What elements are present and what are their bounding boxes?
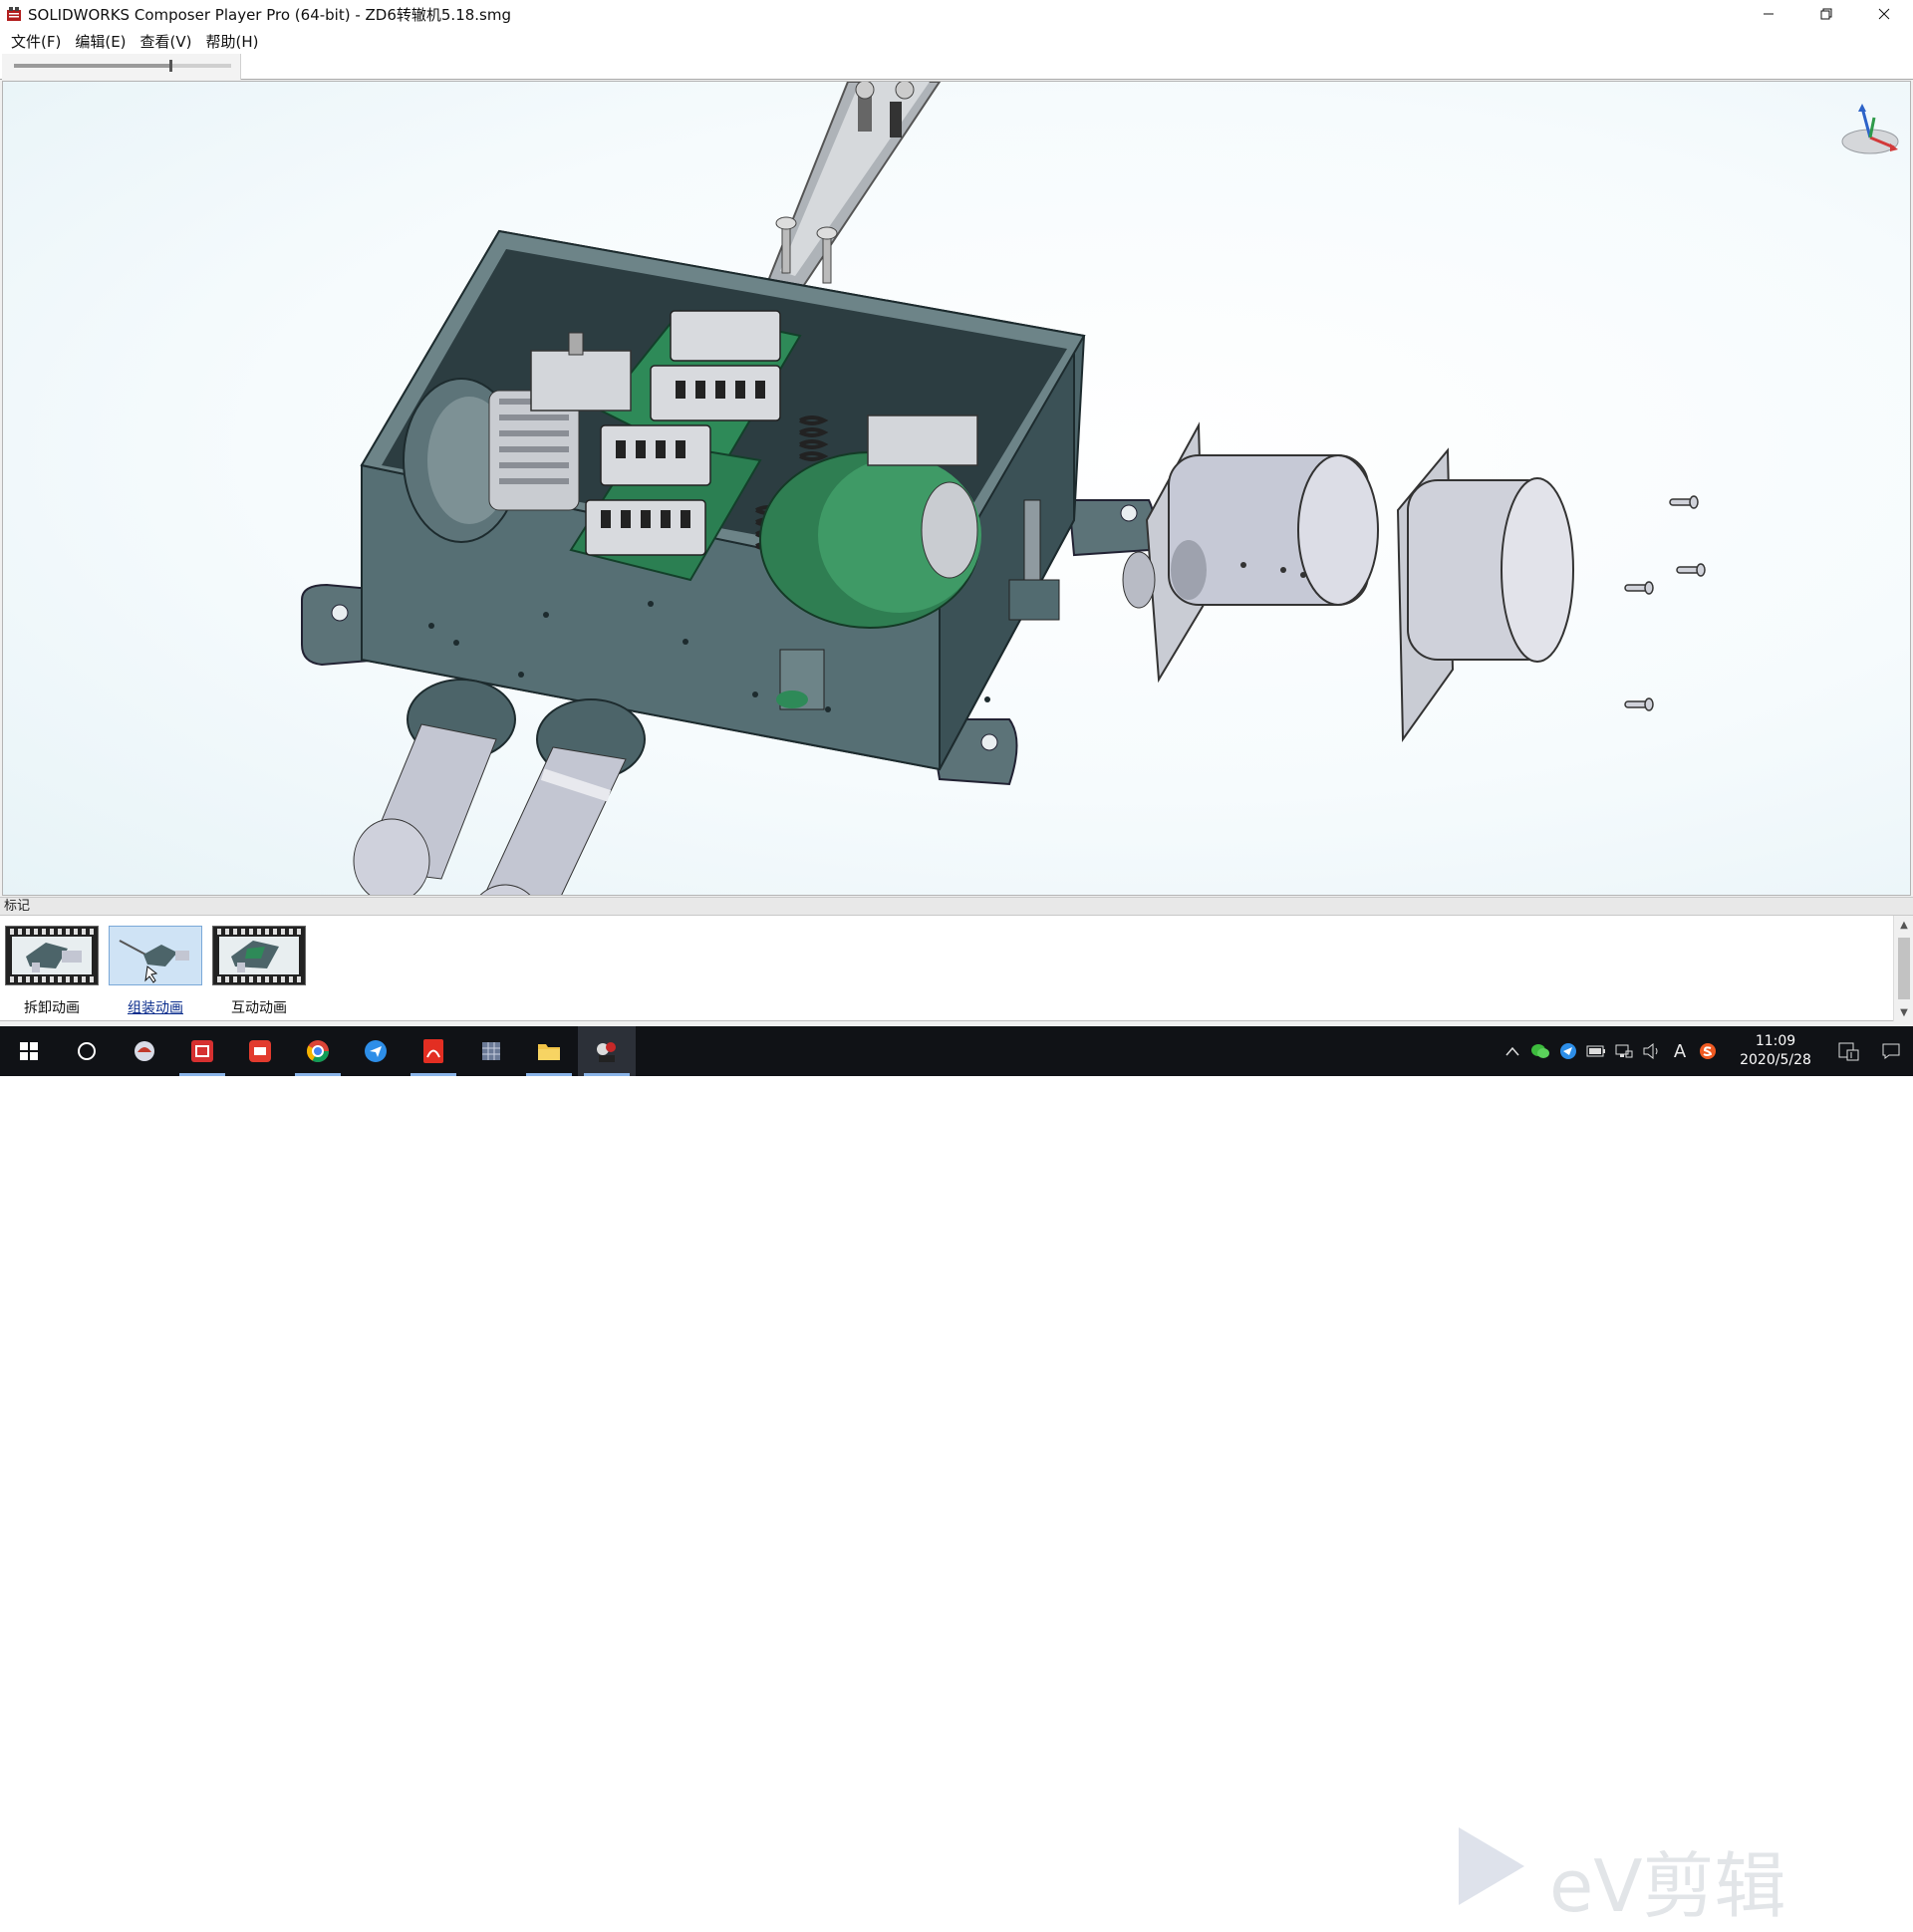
youdao-icon xyxy=(249,1040,271,1062)
feishu-icon xyxy=(1560,1043,1576,1059)
scroll-down-arrow-icon[interactable]: ▼ xyxy=(1894,1003,1913,1021)
taskbar-feishu[interactable] xyxy=(347,1026,405,1076)
restore-icon xyxy=(1820,8,1832,20)
assembly-model[interactable] xyxy=(3,82,1911,896)
cortana-icon xyxy=(78,1042,96,1060)
taskbar-app-3[interactable] xyxy=(462,1026,520,1076)
scrollbar-thumb[interactable] xyxy=(1898,938,1910,999)
operating-rod xyxy=(766,82,942,293)
taskbar-acrobat[interactable] xyxy=(405,1026,462,1076)
output-shafts xyxy=(353,679,646,895)
taskbar-chrome[interactable] xyxy=(289,1026,347,1076)
solidworks-composer-icon xyxy=(597,1042,616,1062)
sogou-ime-tray-icon[interactable] xyxy=(1694,1026,1722,1076)
menu-edit[interactable]: 编辑(E) xyxy=(68,31,133,52)
marker-thumbnail[interactable] xyxy=(5,926,99,985)
menu-file[interactable]: 文件(F) xyxy=(4,31,68,52)
minimize-icon xyxy=(1764,13,1774,15)
marker-disassembly-animation[interactable]: 拆卸动画 xyxy=(2,926,102,1019)
timeline-thumb[interactable] xyxy=(169,60,172,72)
taskbar-youdao[interactable] xyxy=(231,1026,289,1076)
clock-date: 2020/5/28 xyxy=(1740,1052,1811,1068)
markers-scrollbar[interactable]: ▲ ▼ xyxy=(1893,916,1913,1021)
show-hidden-icons-chevron-icon[interactable] xyxy=(1499,1026,1526,1076)
assembly-thumbnail-image xyxy=(119,940,189,983)
action-center-button[interactable] xyxy=(1869,1026,1913,1076)
file-explorer-icon xyxy=(538,1044,560,1060)
action-center-icon xyxy=(1882,1043,1900,1059)
marker-label[interactable]: 组装动画 xyxy=(106,997,205,1017)
solidworks-composer-app-icon xyxy=(7,7,21,21)
marker-label[interactable]: 互动动画 xyxy=(209,997,309,1017)
ev-editor-watermark: eV剪辑 xyxy=(1445,1817,1823,1928)
cursor-icon xyxy=(144,966,158,983)
taskbar-clock[interactable]: 11:09 2020/5/28 xyxy=(1728,1032,1823,1070)
notification-badge-icon xyxy=(1838,1042,1859,1061)
notification-count-tray-icon[interactable] xyxy=(1829,1026,1869,1076)
taskbar-solidworks-composer[interactable] xyxy=(578,1026,636,1076)
chrome-icon xyxy=(307,1040,329,1062)
timeline-slider[interactable] xyxy=(2,54,241,80)
film-strip-holes xyxy=(213,976,305,982)
watermark-text: eV剪辑 xyxy=(1549,1844,1786,1928)
acrobat-icon xyxy=(423,1039,443,1063)
markers-panel: 拆卸动画 组装动画 互动动画 eV剪辑 xyxy=(0,916,1913,1928)
start-button[interactable] xyxy=(0,1026,58,1076)
battery-tray-icon[interactable] xyxy=(1582,1026,1610,1076)
motor-assembly xyxy=(1122,421,1706,743)
close-icon xyxy=(1878,8,1890,20)
close-button[interactable] xyxy=(1855,0,1913,28)
menu-bar: 文件(F) 编辑(E) 查看(V) 帮助(H) xyxy=(0,28,1913,54)
app-icon xyxy=(135,1041,154,1061)
menu-help[interactable]: 帮助(H) xyxy=(199,31,266,52)
marker-label[interactable]: 拆卸动画 xyxy=(2,997,102,1017)
taskbar-app-2[interactable] xyxy=(173,1026,231,1076)
windows-start-icon xyxy=(20,1042,38,1060)
scroll-up-arrow-icon[interactable]: ▲ xyxy=(1894,916,1913,934)
app-icon xyxy=(191,1040,213,1062)
wechat-icon xyxy=(1531,1044,1549,1058)
marker-thumbnail[interactable] xyxy=(212,926,306,985)
taskbar-app-1[interactable] xyxy=(116,1026,173,1076)
system-tray: A 11:09 2020/5/28 xyxy=(1499,1026,1913,1076)
battery-icon xyxy=(1586,1045,1605,1057)
network-icon xyxy=(1615,1044,1633,1058)
timeline-track[interactable] xyxy=(14,60,231,72)
volume-tray-icon[interactable] xyxy=(1638,1026,1666,1076)
clock-time: 11:09 xyxy=(1755,1033,1796,1049)
title-bar: SOLIDWORKS Composer Player Pro (64-bit) … xyxy=(0,0,1913,28)
marker-assembly-animation[interactable]: 组装动画 xyxy=(106,926,205,1019)
chevron-up-icon xyxy=(1505,1046,1519,1056)
windows-taskbar: A 11:09 2020/5/28 xyxy=(0,1026,1913,1076)
sogou-icon xyxy=(1700,1043,1716,1059)
toolbar xyxy=(0,54,1913,80)
speaker-icon xyxy=(1643,1043,1658,1059)
feishu-tray-icon[interactable] xyxy=(1554,1026,1582,1076)
timeline-progress xyxy=(14,64,170,68)
minimize-button[interactable] xyxy=(1740,0,1797,28)
wechat-tray-icon[interactable] xyxy=(1526,1026,1554,1076)
menu-view[interactable]: 查看(V) xyxy=(134,31,199,52)
taskbar-file-explorer[interactable] xyxy=(520,1026,578,1076)
network-tray-icon[interactable] xyxy=(1610,1026,1638,1076)
markers-header: 标记 xyxy=(0,897,1913,916)
input-method-indicator[interactable]: A xyxy=(1666,1026,1694,1076)
app-window: SOLIDWORKS Composer Player Pro (64-bit) … xyxy=(0,0,1913,1928)
marker-interactive-animation[interactable]: 互动动画 xyxy=(209,926,309,1019)
feishu-icon xyxy=(365,1040,387,1062)
cortana-button[interactable] xyxy=(58,1026,116,1076)
3d-viewport[interactable] xyxy=(2,81,1911,896)
restore-button[interactable] xyxy=(1797,0,1855,28)
marker-thumbnail[interactable] xyxy=(109,926,202,985)
window-title: SOLIDWORKS Composer Player Pro (64-bit) … xyxy=(28,5,512,24)
play-logo-icon xyxy=(1459,1827,1524,1905)
app-icon xyxy=(482,1042,500,1060)
axis-triad-icon[interactable] xyxy=(1832,100,1902,159)
film-strip-holes xyxy=(6,976,98,982)
